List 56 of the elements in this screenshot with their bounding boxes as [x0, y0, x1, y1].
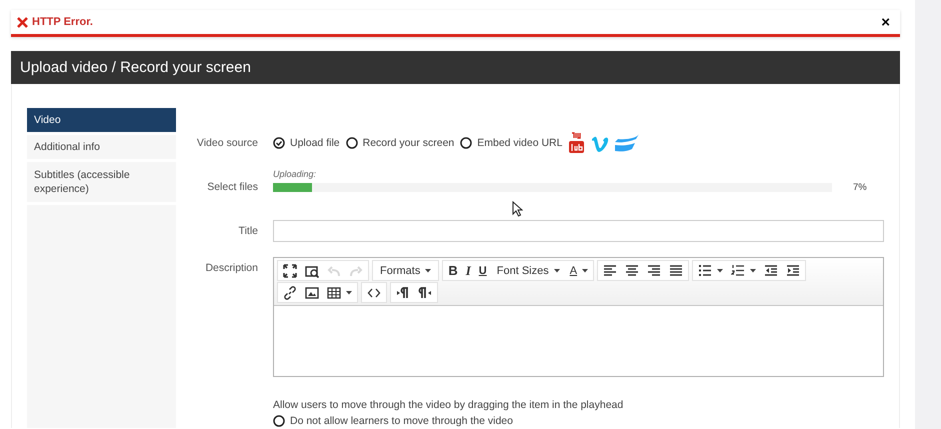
align-right-icon — [647, 264, 662, 278]
radio-icon[interactable] — [460, 137, 472, 149]
link-icon — [283, 286, 297, 300]
dropdown-button[interactable]: Formats — [375, 262, 436, 279]
image-icon — [305, 286, 319, 300]
caret-icon — [554, 268, 560, 272]
caret-icon — [346, 290, 352, 294]
pointer-icon — [512, 201, 523, 217]
playhead-setting-text: Allow users to move through the video by dragging the item in the playhead — [273, 399, 624, 411]
indent-icon — [786, 264, 800, 278]
radio-icon[interactable] — [346, 137, 358, 149]
bullet-list-icon — [698, 264, 712, 278]
close-button[interactable]: × — [877, 14, 894, 30]
caret-icon — [750, 268, 756, 272]
panel-header: Upload video / Record your screen — [11, 51, 900, 84]
field-label: Video source — [196, 137, 259, 149]
justify-icon — [669, 264, 684, 278]
paragraph-rtl-icon — [418, 286, 432, 300]
wistia-icon[interactable] — [615, 134, 640, 152]
title-field[interactable] — [273, 220, 884, 242]
caret-icon — [425, 268, 432, 272]
youtube-icon[interactable] — [568, 132, 586, 154]
radio-label[interactable]: Do not allow learners to move through the video — [290, 415, 513, 427]
radio-label[interactable]: Upload file — [290, 137, 340, 149]
dropdown-button[interactable]: Font Sizes — [492, 262, 565, 279]
radio-label[interactable]: Embed video URL — [477, 137, 562, 149]
align-left-icon — [603, 264, 618, 278]
sidebar-item[interactable]: Subtitles (accessible experience) — [27, 162, 176, 202]
sidebar-item[interactable]: Additional info — [27, 135, 176, 159]
radio-label[interactable]: Record your screen — [362, 137, 454, 149]
outdent-icon — [764, 264, 778, 278]
caret-icon — [582, 268, 588, 272]
redo-icon — [349, 264, 363, 278]
caret-icon — [717, 268, 724, 272]
underline-button[interactable]: U — [476, 262, 490, 279]
fullscreen-icon — [283, 264, 297, 278]
undo-icon — [327, 264, 341, 278]
table-icon — [327, 286, 341, 300]
bold-button[interactable]: B — [445, 262, 461, 279]
text-color-button[interactable]: A — [566, 262, 592, 279]
radio-icon[interactable] — [273, 415, 285, 427]
numbered-list-icon — [731, 264, 746, 278]
upload-status: Uploading: — [273, 169, 318, 179]
sidebar-item[interactable]: Video — [27, 108, 176, 132]
field-label: Description — [204, 262, 259, 274]
progress-percent: 7% — [853, 182, 867, 193]
error-message: HTTP Error. — [32, 16, 94, 28]
align-center-icon — [625, 264, 640, 278]
field-label: Select files — [206, 181, 259, 193]
error-icon — [17, 16, 28, 28]
italic-button[interactable]: I — [462, 262, 474, 279]
checked-radio-icon[interactable] — [273, 137, 285, 149]
preview-icon — [305, 264, 319, 278]
fullscreen-button[interactable] — [280, 262, 300, 279]
paragraph-ltr-icon — [396, 286, 410, 300]
field-label: Title — [238, 225, 259, 237]
